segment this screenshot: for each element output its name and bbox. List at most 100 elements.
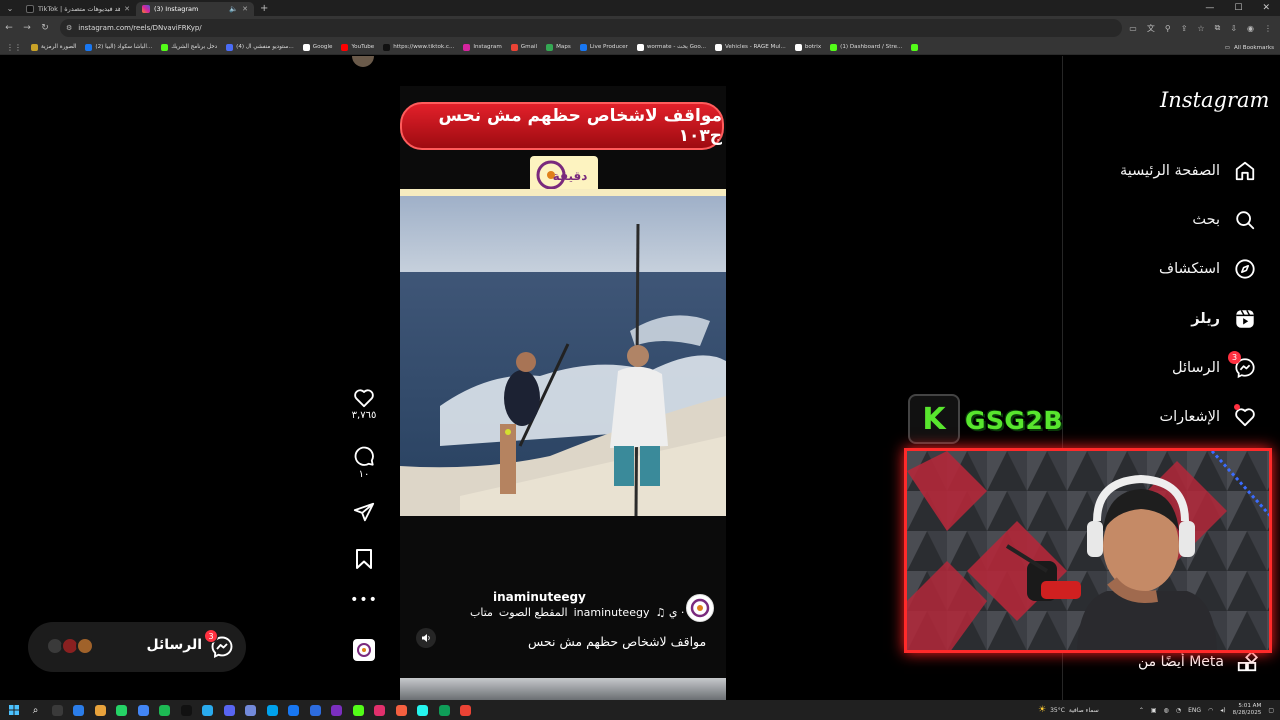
language-indicator[interactable]: ENG [1188, 707, 1201, 714]
tab-tiktok[interactable]: TikTok | شاهد فيديوهات متصدرة ✕ [20, 2, 136, 16]
address-bar[interactable]: ⚙ instagram.com/reels/DNvaviFRKyp/ [60, 19, 1122, 37]
tab-instagram[interactable]: (3) Instagram 🔈 ✕ [136, 2, 254, 16]
cast-icon[interactable]: ▭ [1129, 24, 1137, 33]
like-action[interactable]: ٣,٧٦٥ [346, 388, 382, 421]
maximize-icon[interactable]: ☐ [1234, 0, 1242, 16]
taskbar-app-icon[interactable] [264, 700, 280, 720]
clock[interactable]: 5:01 AM 8/28/2025 [1233, 703, 1262, 717]
bookmark-icon[interactable] [354, 548, 374, 570]
taskbar-app-icon[interactable] [329, 700, 345, 720]
apps-grid-icon[interactable]: ⋮⋮ [6, 43, 22, 52]
start-icon[interactable] [6, 700, 22, 720]
taskbar-app-icon[interactable] [243, 700, 259, 720]
bookmark-item[interactable]: YouTube [341, 43, 374, 51]
taskbar-app-icon[interactable] [135, 700, 151, 720]
taskbar-app-icon[interactable] [92, 700, 108, 720]
audio-icon[interactable]: 🔈 [229, 5, 238, 13]
wifi-icon[interactable]: ◠ [1208, 707, 1213, 714]
close-tab-icon[interactable]: ✕ [242, 5, 248, 13]
search-icon[interactable]: ⌕ [28, 700, 44, 720]
bookmark-item[interactable]: https://www.tiktok.c... [383, 43, 454, 51]
bookmark-item[interactable]: Maps [546, 43, 571, 51]
taskbar-app-icon[interactable] [393, 700, 409, 720]
zoom-icon[interactable]: ⚲ [1165, 24, 1171, 33]
bookmark-item[interactable]: Gmail [510, 43, 537, 51]
new-tab-icon[interactable]: + [260, 3, 268, 14]
more-icon[interactable]: ••• [350, 592, 378, 608]
taskbar-app-icon[interactable] [221, 700, 237, 720]
heart-icon[interactable] [353, 388, 375, 408]
bookmark-item[interactable]: دخل برنامج الشريك [161, 43, 217, 51]
nav-explore[interactable]: استكشاف [1159, 254, 1258, 284]
audio-line[interactable]: متاب المقطع الصوت inaminuteegy ♫ ي · [470, 606, 684, 619]
taskbar-app-icon[interactable] [436, 700, 452, 720]
mute-button[interactable] [416, 628, 436, 648]
notifications-icon[interactable]: ▢ [1268, 707, 1274, 714]
previous-reel-avatar[interactable] [352, 56, 374, 67]
taskbar-app-icon[interactable] [458, 700, 474, 720]
extensions-icon[interactable]: ⧉ [1215, 23, 1221, 33]
close-window-icon[interactable]: ✕ [1262, 0, 1270, 16]
taskbar-app-icon[interactable] [178, 700, 194, 720]
comment-action[interactable]: ١٠ [346, 445, 382, 480]
share-action[interactable] [346, 501, 382, 523]
follow-button[interactable]: متاب [470, 606, 493, 619]
tray-app-icon[interactable]: ▣ [1151, 707, 1157, 714]
bookmark-item[interactable] [911, 43, 919, 51]
bookmark-item[interactable]: (2) الباشا سكواد (البيا... [85, 43, 152, 51]
bookmark-item[interactable]: Vehicles - RAGE Mul... [715, 43, 786, 51]
weather-widget[interactable]: ☀ 35°C سماء صافية [1038, 700, 1099, 720]
bookmark-item[interactable]: Live Producer [579, 43, 628, 51]
bookmark-item[interactable]: Instagram [463, 43, 502, 51]
bookmark-item[interactable]: (1) Dashboard / Stre... [830, 43, 902, 51]
taskbar-app-icon[interactable] [415, 700, 431, 720]
site-info-icon[interactable]: ⚙ [66, 24, 72, 32]
tray-app-icon[interactable]: ◍ [1164, 707, 1169, 714]
taskbar-app-icon[interactable] [372, 700, 388, 720]
downloads-icon[interactable]: ⇩ [1230, 24, 1237, 33]
reload-icon[interactable]: ↻ [36, 23, 54, 33]
bookmark-item[interactable]: botrix [794, 43, 821, 51]
nav-search[interactable]: بحث [1192, 205, 1258, 235]
send-icon[interactable] [353, 501, 375, 523]
save-action[interactable] [346, 548, 382, 570]
close-tab-icon[interactable]: ✕ [124, 5, 130, 13]
minimize-icon[interactable]: — [1205, 0, 1214, 16]
bookmark-star-icon[interactable]: ☆ [1197, 24, 1204, 33]
next-reel-preview[interactable] [400, 678, 726, 700]
comment-icon[interactable] [353, 445, 375, 467]
bookmark-item[interactable]: الصورة الرمزية [31, 43, 76, 51]
back-icon[interactable]: ← [0, 23, 18, 33]
bookmark-item[interactable]: (4) ستوديو منفشي ال... [226, 43, 294, 51]
forward-icon[interactable]: → [18, 23, 36, 33]
taskbar-app-icon[interactable] [114, 700, 130, 720]
tray-app-icon[interactable]: ◔ [1176, 707, 1181, 714]
taskbar-app-icon[interactable] [350, 700, 366, 720]
author-username[interactable]: inaminuteegy [493, 590, 586, 604]
instagram-logo[interactable]: Instagram [1160, 88, 1269, 112]
taskbar-app-icon[interactable] [157, 700, 173, 720]
more-options-action[interactable]: ••• [346, 592, 382, 608]
taskbar-app-icon[interactable] [49, 700, 65, 720]
tray-chevron-icon[interactable]: ⌃ [1139, 707, 1144, 714]
reel-audio-thumbnail[interactable] [353, 639, 375, 661]
share-icon[interactable]: ⇪ [1181, 24, 1188, 33]
nav-home[interactable]: الصفحة الرئيسية [1120, 156, 1258, 186]
nav-notifications[interactable]: الإشعارات [1159, 402, 1258, 432]
taskbar-app-icon[interactable] [71, 700, 87, 720]
bookmark-item[interactable]: Google [302, 43, 332, 51]
bookmark-item[interactable]: wormate - بحث Goo... [636, 43, 706, 51]
also-from-meta[interactable]: أيضًا من Meta [1138, 651, 1258, 673]
volume-icon[interactable]: ◂) [1220, 707, 1225, 714]
profile-icon[interactable]: ◉ [1247, 24, 1254, 33]
translate-icon[interactable]: 文 [1147, 23, 1155, 34]
all-bookmarks[interactable]: ▭ All Bookmarks [1225, 40, 1274, 55]
nav-reels[interactable]: ريلز [1191, 304, 1258, 334]
taskbar-app-icon[interactable] [307, 700, 323, 720]
messages-pill[interactable]: 3 الرسائل [28, 622, 246, 672]
menu-icon[interactable]: ⋮ [1264, 24, 1272, 33]
author-avatar[interactable] [686, 594, 714, 622]
nav-messages[interactable]: الرسائل 3 [1172, 351, 1258, 383]
tab-search-icon[interactable]: ⌄ [0, 0, 20, 16]
taskbar-app-icon[interactable] [200, 700, 216, 720]
